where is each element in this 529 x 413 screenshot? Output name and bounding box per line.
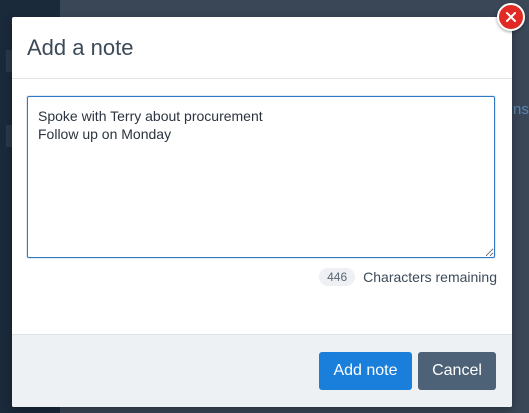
close-icon	[506, 12, 516, 22]
background-text: ns	[513, 101, 529, 118]
cancel-button[interactable]: Cancel	[418, 352, 496, 390]
modal-footer: Add note Cancel	[12, 334, 512, 407]
characters-remaining-count: 446	[319, 268, 356, 286]
modal-title: Add a note	[27, 34, 134, 60]
note-textarea[interactable]	[27, 96, 495, 258]
characters-remaining-label: Characters remaining	[363, 269, 497, 285]
modal-body: 446 Characters remaining	[12, 79, 512, 286]
character-counter: 446 Characters remaining	[27, 268, 497, 286]
close-modal-button[interactable]	[497, 3, 525, 31]
add-note-modal: Add a note 446 Characters remaining Add …	[12, 17, 512, 407]
add-note-button[interactable]: Add note	[319, 352, 412, 390]
modal-header: Add a note	[12, 17, 512, 79]
